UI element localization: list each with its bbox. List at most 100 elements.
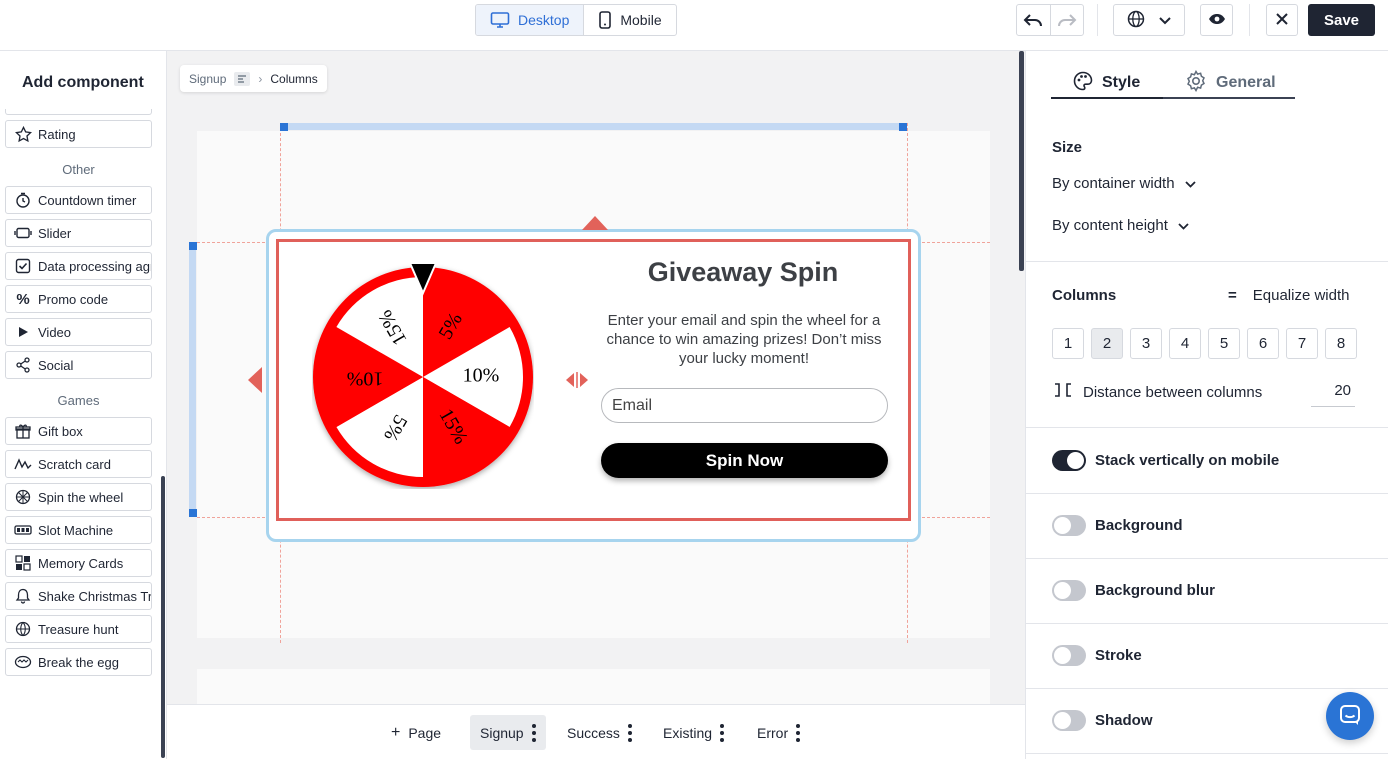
component-scratch-card[interactable]: Scratch card — [5, 450, 152, 478]
mobile-button[interactable]: Mobile — [584, 5, 675, 35]
preview-button[interactable] — [1200, 4, 1233, 36]
stack-mobile-toggle[interactable] — [1052, 450, 1086, 471]
column-count-3[interactable]: 3 — [1130, 328, 1162, 359]
column-count-5[interactable]: 5 — [1208, 328, 1240, 359]
canvas-scrollbar[interactable] — [1019, 51, 1024, 271]
move-handle-left[interactable] — [248, 367, 262, 393]
column-count-4[interactable]: 4 — [1169, 328, 1201, 359]
breadcrumb-parent[interactable]: Signup — [189, 72, 226, 86]
component-shake-christmas-tree[interactable]: Shake Christmas Tree — [5, 582, 152, 610]
chat-icon — [1339, 704, 1361, 729]
desktop-button[interactable]: Desktop — [476, 5, 585, 35]
page-tab-signup[interactable]: Signup — [470, 715, 546, 750]
equalize-width-button[interactable]: = Equalize width — [1228, 287, 1350, 304]
tab-style[interactable]: Style — [1051, 71, 1163, 95]
move-handle-top[interactable] — [582, 216, 608, 230]
background-blur-label: Background blur — [1095, 582, 1216, 599]
component-label: Slot Machine — [38, 522, 114, 538]
component-panel: Add component Rating Other Countdown tim… — [0, 51, 167, 759]
component-break-the-egg[interactable]: Break the egg — [5, 648, 152, 676]
column-count-2[interactable]: 2 — [1091, 328, 1123, 359]
page-tab-existing[interactable]: Existing — [653, 715, 734, 750]
email-field[interactable]: Email — [601, 388, 888, 423]
panel-scrollbar[interactable] — [161, 476, 165, 758]
spin-now-button[interactable]: Spin Now — [601, 443, 888, 478]
component-slot-machine[interactable]: Slot Machine — [5, 516, 152, 544]
panel-title: Add component — [22, 74, 144, 91]
page-tab-success[interactable]: Success — [557, 715, 642, 750]
column-resize-handle[interactable] — [564, 371, 590, 389]
selection-bar-top[interactable] — [280, 123, 907, 130]
chat-support-button[interactable] — [1326, 692, 1374, 740]
chevron-down-icon — [1178, 217, 1189, 234]
column-count-7[interactable]: 7 — [1286, 328, 1318, 359]
background-blur-toggle[interactable] — [1052, 580, 1086, 601]
save-button[interactable]: Save — [1308, 4, 1375, 36]
selection-bar-left[interactable] — [189, 242, 196, 517]
layout-icon — [234, 71, 251, 86]
page-tab-label: Signup — [480, 724, 524, 741]
component-label: Break the egg — [38, 654, 119, 670]
wheel-icon — [14, 488, 32, 506]
play-icon — [14, 323, 32, 341]
share-icon — [14, 356, 32, 374]
component-social[interactable]: Social — [5, 351, 152, 379]
width-mode-dropdown[interactable]: By container width — [1052, 175, 1196, 192]
background-row: Background — [1052, 515, 1183, 536]
component-treasure-hunt[interactable]: Treasure hunt — [5, 615, 152, 643]
phone-icon — [598, 11, 612, 29]
device-toggle: Desktop Mobile — [475, 4, 677, 36]
shadow-toggle[interactable] — [1052, 710, 1086, 731]
component-spin-the-wheel[interactable]: Spin the wheel — [5, 483, 152, 511]
shadow-row: Shadow — [1052, 710, 1153, 731]
component-gift-box[interactable]: Gift box — [5, 417, 152, 445]
component-rating[interactable]: Rating — [5, 120, 152, 148]
more-icon[interactable] — [627, 723, 632, 742]
component-video[interactable]: Video — [5, 318, 152, 346]
column-count-1[interactable]: 1 — [1052, 328, 1084, 359]
egg-icon — [14, 653, 32, 671]
more-icon[interactable] — [720, 723, 725, 742]
page-tab-error[interactable]: Error — [747, 715, 810, 750]
stroke-toggle[interactable] — [1052, 645, 1086, 666]
bell-icon — [14, 587, 32, 605]
slot-machine-icon — [14, 521, 32, 539]
divider — [1026, 688, 1388, 689]
column-count-6[interactable]: 6 — [1247, 328, 1279, 359]
tab-style-label: Style — [1102, 74, 1141, 91]
resize-handle[interactable] — [280, 123, 288, 131]
active-tab-indicator — [1051, 97, 1163, 99]
redo-icon[interactable] — [1051, 5, 1084, 35]
spin-wheel[interactable]: 5% 10% 15% 5% 10% 15% — [312, 261, 534, 489]
resize-handle[interactable] — [189, 509, 197, 517]
component-promo-code[interactable]: % Promo code — [5, 285, 152, 313]
component-label: Memory Cards — [38, 555, 124, 571]
language-dropdown[interactable] — [1113, 4, 1185, 36]
close-button[interactable] — [1266, 4, 1298, 36]
tab-general[interactable]: General — [1163, 69, 1276, 95]
toolbar-divider — [1097, 4, 1098, 36]
add-page-button[interactable]: + Page — [381, 715, 451, 750]
chevron-right-icon: › — [258, 71, 263, 86]
resize-handle[interactable] — [899, 123, 907, 131]
list-item-cutoff — [5, 109, 152, 115]
height-mode-dropdown[interactable]: By content height — [1052, 217, 1189, 234]
column-count-8[interactable]: 8 — [1325, 328, 1357, 359]
column-distance-input[interactable]: 20 — [1311, 382, 1355, 407]
checkbox-icon — [14, 257, 32, 275]
component-memory-cards[interactable]: Memory Cards — [5, 549, 152, 577]
divider — [1026, 261, 1388, 262]
undo-icon[interactable] — [1017, 5, 1051, 35]
more-icon[interactable] — [796, 723, 801, 742]
page-tab-label: Success — [567, 724, 620, 741]
component-slider[interactable]: Slider — [5, 219, 152, 247]
component-countdown-timer[interactable]: Countdown timer — [5, 186, 152, 214]
star-icon — [14, 125, 32, 143]
background-toggle[interactable] — [1052, 515, 1086, 536]
page-frame-secondary — [197, 669, 990, 709]
component-data-processing[interactable]: Data processing agreement — [5, 252, 152, 280]
more-icon[interactable] — [531, 723, 536, 742]
settings-panel: Style General Size By container width By… — [1025, 51, 1388, 759]
slider-icon — [14, 224, 32, 242]
resize-handle[interactable] — [189, 242, 197, 250]
